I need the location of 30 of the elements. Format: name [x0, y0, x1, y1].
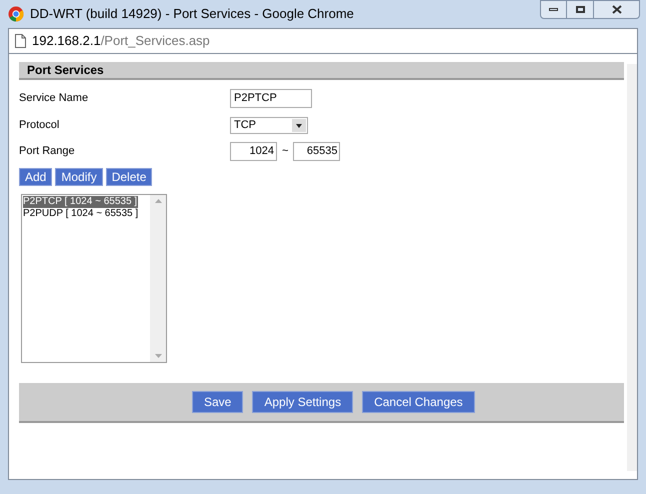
field-label: Port Range: [19, 144, 76, 159]
minimize-button[interactable]: [540, 0, 567, 19]
services-listbox[interactable]: P2PTCP [ 1024 ~ 65535 ] P2PUDP [ 1024 ~ 65535 ]: [21, 194, 167, 363]
protocol-dropdown[interactable]: TCP: [230, 116, 308, 134]
maximize-button[interactable]: [567, 0, 594, 19]
page-icon: [15, 34, 26, 48]
list-action-button[interactable]: Delete: [106, 168, 152, 186]
url-host: 192.168.2.1: [32, 32, 101, 50]
list-scrollbar[interactable]: [150, 195, 166, 362]
footer-button[interactable]: Save: [192, 391, 244, 413]
scroll-down-icon: [154, 354, 162, 358]
footer-button[interactable]: Apply Settings: [252, 391, 354, 413]
list-action-button[interactable]: Modify: [55, 168, 103, 186]
service-name-field[interactable]: P2PTCP: [230, 88, 312, 108]
section-header: Port Services: [19, 62, 624, 80]
service-list-item[interactable]: P2PUDP [ 1024 ~ 65535 ]: [23, 208, 140, 220]
port-to-field[interactable]: 65535: [293, 142, 340, 160]
field-label: Service Name: [19, 90, 90, 106]
window-title: DD-WRT (build 14929) - Port Services - Google Chrome: [30, 5, 354, 24]
scroll-up-icon: [154, 199, 162, 203]
close-button[interactable]: [594, 0, 640, 19]
range-separator: ~: [282, 144, 288, 159]
browser-logo-icon: [8, 6, 24, 22]
footer-button[interactable]: Cancel Changes: [362, 391, 475, 413]
url-path: /Port_Services.asp: [100, 32, 210, 50]
list-action-button[interactable]: Add: [19, 168, 52, 186]
port-from-field[interactable]: 1024: [230, 142, 277, 160]
field-label: Protocol: [19, 118, 60, 133]
close-icon: [612, 5, 622, 14]
service-list-item[interactable]: P2PTCP [ 1024 ~ 65535 ]: [23, 196, 138, 208]
